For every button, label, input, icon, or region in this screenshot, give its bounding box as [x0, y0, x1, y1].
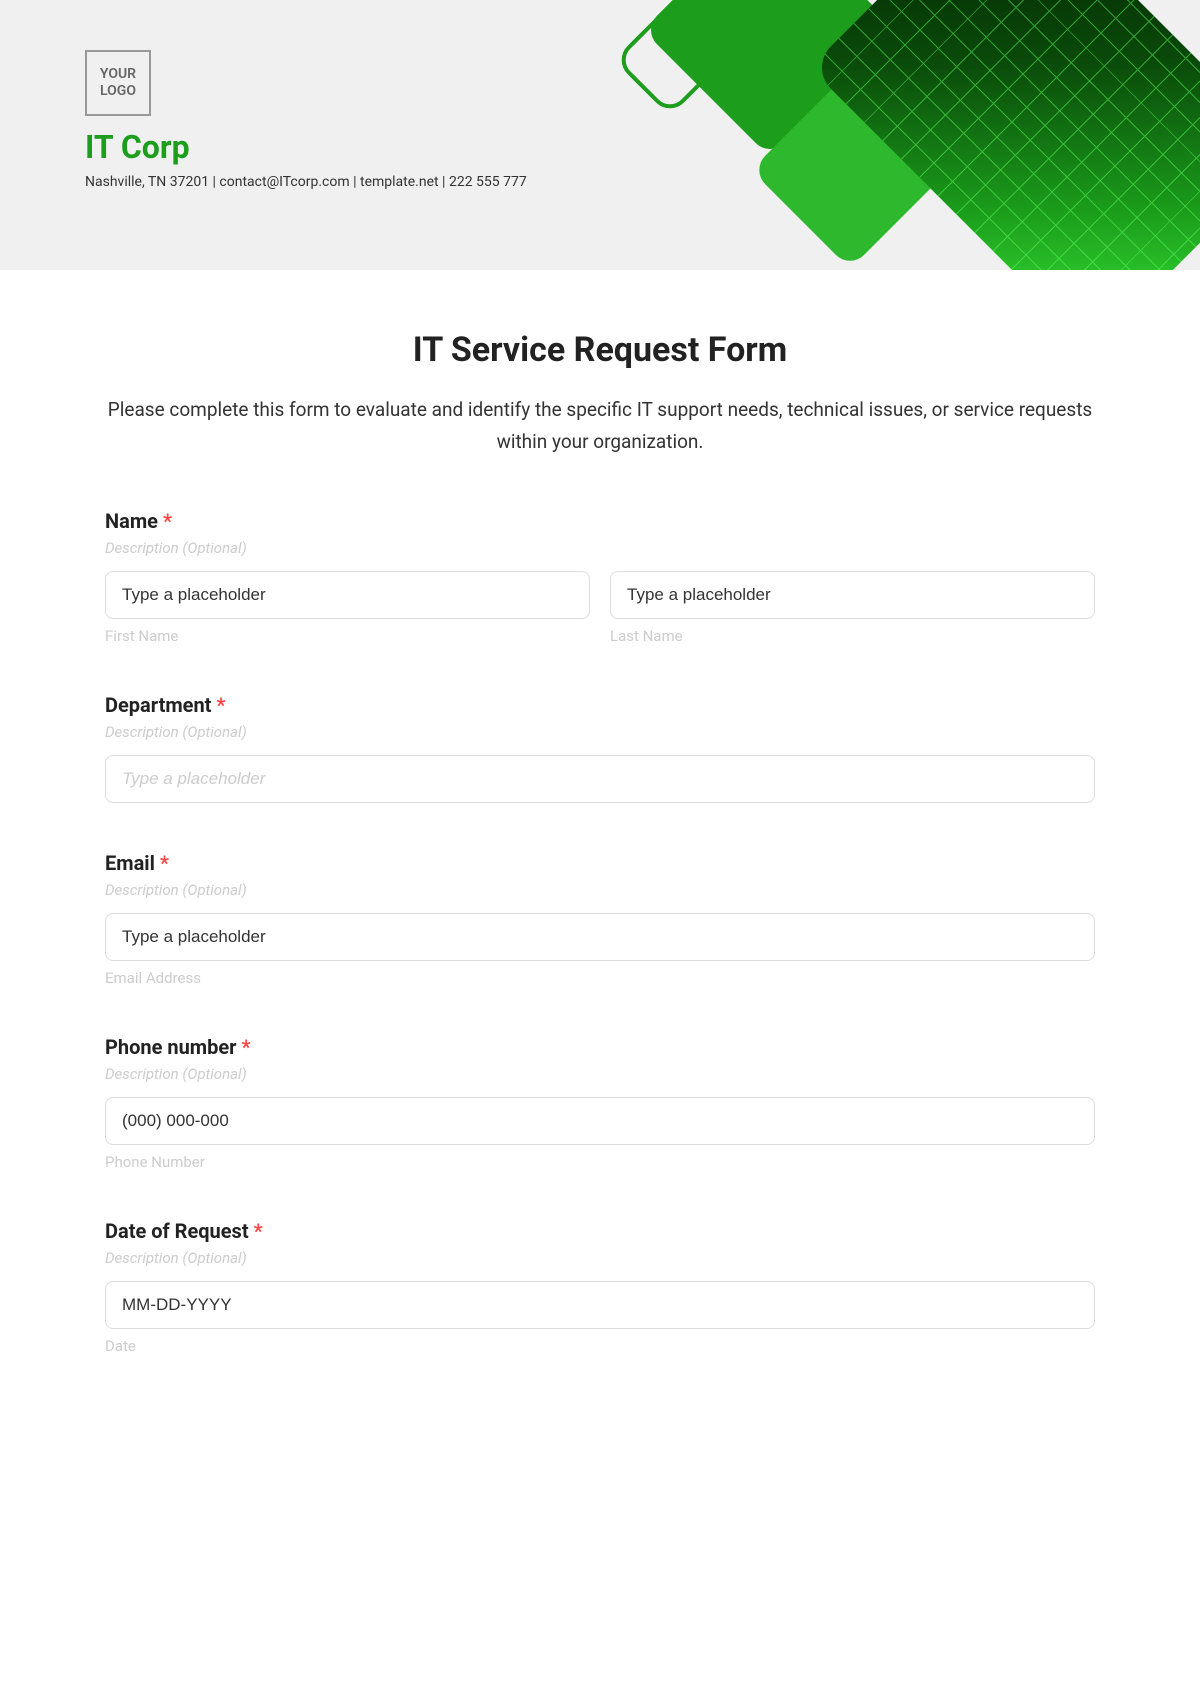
date-label: Date of Request * [105, 1219, 1095, 1243]
date-field-group: Date of Request * Description (Optional)… [105, 1219, 1095, 1355]
phone-label: Phone number * [105, 1035, 1095, 1059]
first-name-input[interactable] [105, 571, 590, 619]
date-input[interactable] [105, 1281, 1095, 1329]
email-label: Email * [105, 851, 1095, 875]
form-title: IT Service Request Form [105, 330, 1095, 370]
phone-label-text: Phone number [105, 1035, 236, 1059]
phone-desc: Description (Optional) [105, 1065, 1095, 1083]
email-desc: Description (Optional) [105, 881, 1095, 899]
name-field-group: Name * Description (Optional) First Name… [105, 509, 1095, 645]
form-container: IT Service Request Form Please complete … [0, 270, 1200, 1443]
company-info: Nashville, TN 37201 | contact@ITcorp.com… [85, 174, 1200, 190]
required-marker: * [216, 693, 225, 717]
logo-placeholder: YOUR LOGO [85, 50, 151, 116]
phone-input[interactable] [105, 1097, 1095, 1145]
form-description: Please complete this form to evaluate an… [105, 394, 1095, 459]
email-sublabel: Email Address [105, 969, 1095, 987]
company-name: IT Corp [85, 128, 1200, 166]
date-desc: Description (Optional) [105, 1249, 1095, 1267]
phone-sublabel: Phone Number [105, 1153, 1095, 1171]
required-marker: * [163, 509, 172, 533]
name-label-text: Name [105, 509, 158, 533]
logo-text: YOUR LOGO [87, 66, 149, 100]
date-label-text: Date of Request [105, 1219, 249, 1243]
email-input[interactable] [105, 913, 1095, 961]
phone-field-group: Phone number * Description (Optional) Ph… [105, 1035, 1095, 1171]
name-label: Name * [105, 509, 1095, 533]
department-input[interactable] [105, 755, 1095, 803]
email-label-text: Email [105, 851, 155, 875]
department-label-text: Department [105, 693, 211, 717]
required-marker: * [254, 1219, 263, 1243]
required-marker: * [160, 851, 169, 875]
email-field-group: Email * Description (Optional) Email Add… [105, 851, 1095, 987]
date-sublabel: Date [105, 1337, 1095, 1355]
header-banner: YOUR LOGO IT Corp Nashville, TN 37201 | … [0, 0, 1200, 270]
name-desc: Description (Optional) [105, 539, 1095, 557]
last-name-input[interactable] [610, 571, 1095, 619]
first-name-sublabel: First Name [105, 627, 590, 645]
last-name-sublabel: Last Name [610, 627, 1095, 645]
department-field-group: Department * Description (Optional) [105, 693, 1095, 803]
required-marker: * [241, 1035, 250, 1059]
department-label: Department * [105, 693, 1095, 717]
department-desc: Description (Optional) [105, 723, 1095, 741]
